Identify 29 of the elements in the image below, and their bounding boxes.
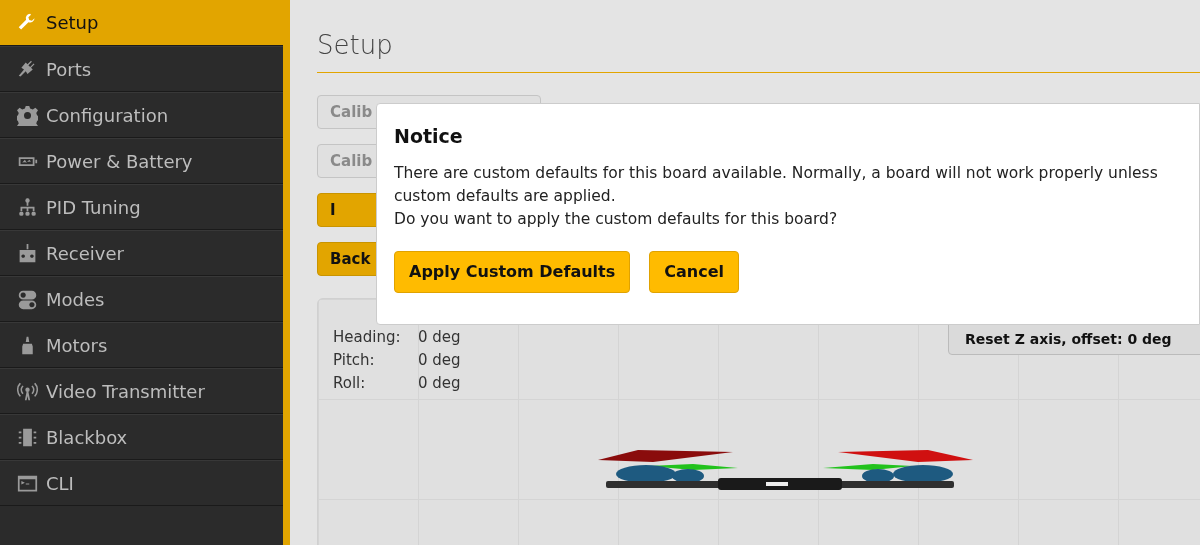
cancel-button[interactable]: Cancel: [649, 251, 739, 293]
sidebar-item[interactable]: CLI: [0, 460, 283, 506]
sidebar-item[interactable]: Motors: [0, 322, 283, 368]
dialog-message: There are custom defaults for this board available. Normally, a board will not work properly unless custom defaults are applied.: [394, 163, 1159, 207]
attitude-label: Pitch:: [333, 350, 376, 371]
robot-icon: [17, 242, 38, 264]
chip-icon: [17, 426, 38, 448]
tree-icon: [17, 196, 38, 218]
sidebar-item[interactable]: Video Transmitter: [0, 368, 283, 414]
sidebar-item[interactable]: Power & Battery: [0, 138, 283, 184]
toggles-icon: [17, 288, 38, 310]
page-title: Setup: [317, 29, 393, 62]
sidebar-item[interactable]: PID Tuning: [0, 184, 283, 230]
sidebar-item[interactable]: Setup: [0, 0, 283, 46]
gear-icon: [17, 104, 38, 126]
attitude-label: Roll:: [333, 373, 367, 394]
attitude-value: 0 deg: [418, 327, 461, 348]
sidebar-item[interactable]: Blackbox: [0, 414, 283, 460]
sidebar-item[interactable]: Modes: [0, 276, 283, 322]
attitude-value: 0 deg: [418, 373, 461, 394]
sidebar-item[interactable]: Ports: [0, 46, 283, 92]
dialog-title: Notice: [394, 124, 463, 148]
attitude-value: 0 deg: [418, 350, 461, 371]
sidebar-item[interactable]: Configuration: [0, 92, 283, 138]
attitude-label: Heading:: [333, 327, 402, 348]
sidebar-item[interactable]: Receiver: [0, 230, 283, 276]
apply-defaults-button[interactable]: Apply Custom Defaults: [394, 251, 631, 293]
antenna-icon: [17, 380, 38, 402]
dialog-message: Do you want to apply the custom defaults for this board?: [394, 209, 839, 230]
